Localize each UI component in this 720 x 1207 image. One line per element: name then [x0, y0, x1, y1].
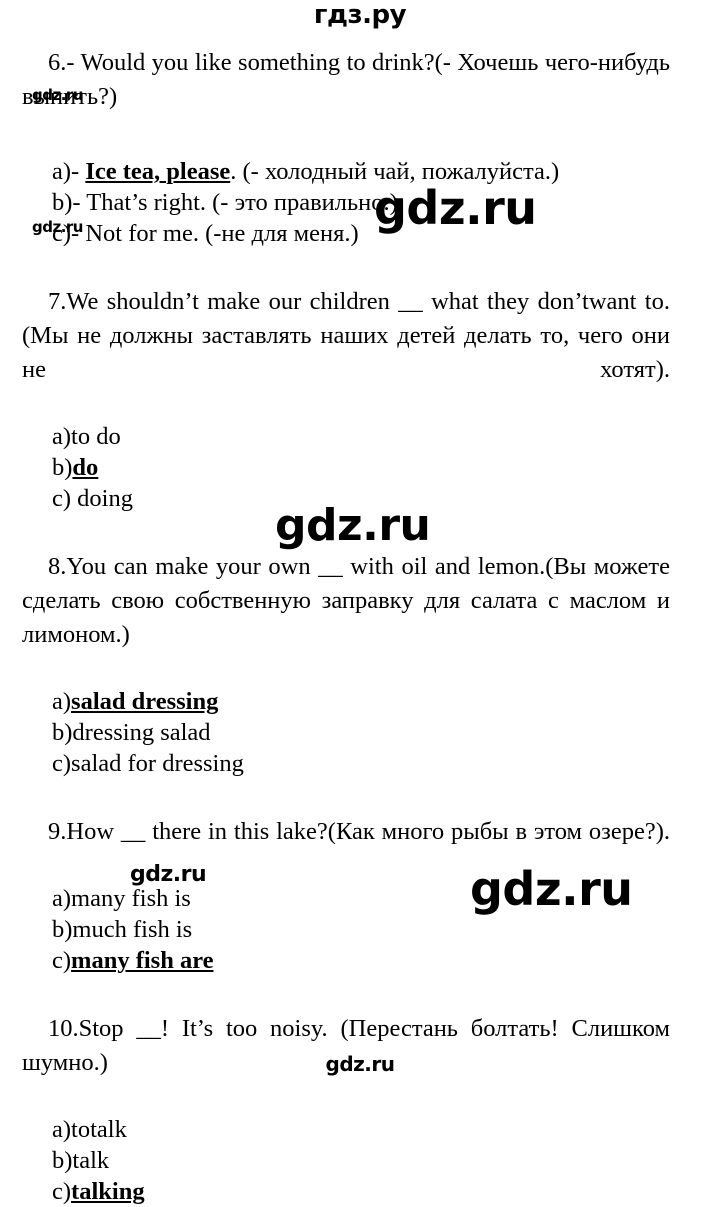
option-9-b[interactable]: b)much fish is [22, 914, 670, 945]
option-letter: b) [52, 916, 73, 943]
question-stem-8: 8.You can make your own __ with oil and … [22, 553, 670, 648]
option-answer-text: Ice tea, please [85, 158, 231, 185]
option-tail-text: to do [71, 423, 121, 450]
question-stem-7: 7.We shouldn’t make our children __ what… [22, 288, 670, 383]
option-letter: a) [52, 1116, 72, 1143]
option-8-b[interactable]: b)dressing salad [22, 717, 670, 748]
option-8-a[interactable]: a)salad dressing [22, 686, 670, 717]
option-8-c[interactable]: c)salad for dressing [22, 748, 670, 779]
option-6-a[interactable]: a)- Ice tea, please. (- холодный чай, по… [22, 156, 670, 187]
question-stem-10: 10.Stop __! It’s too noisy. (Перестань б… [22, 1015, 670, 1076]
question-stem-6: 6.- Would you like something to drink?(-… [22, 49, 670, 110]
document-page: гдз.ру gdz.ru gdz.ru gdz.ru gdz.ru gdz.r… [0, 0, 720, 1205]
option-tail-text: much fish is [72, 916, 193, 943]
option-tail-text: many fish is [71, 885, 191, 912]
option-7-b[interactable]: b)do [22, 452, 670, 483]
option-letter: a) [52, 688, 72, 715]
option-answer-text: many fish are [71, 947, 214, 974]
option-answer-text: talking [71, 1178, 145, 1205]
question-block-8: 8.You can make your own __ with oil and … [22, 550, 670, 779]
option-tail-text: talk [72, 1147, 110, 1174]
option-letter: c) [52, 485, 72, 512]
option-answer-text: salad dressing [71, 688, 219, 715]
option-letter: c) [52, 1178, 72, 1205]
option-tail-text: Not for me. (-не для меня.) [85, 220, 359, 247]
option-letter: b) [52, 454, 73, 481]
question-block-9: 9.How __ there in this lake?(Как много р… [22, 815, 670, 976]
option-letter: c)- [52, 220, 80, 247]
header-watermark: гдз.ру [313, 0, 407, 30]
question-block-6: 6.- Would you like something to drink?(-… [22, 46, 670, 249]
option-letter: b) [52, 719, 73, 746]
option-10-b[interactable]: b)talk [22, 1145, 670, 1176]
option-tail-text: dressing salad [72, 719, 211, 746]
option-tail-text: That’s right. (- это правильно.) [86, 189, 398, 216]
option-letter: a) [52, 423, 72, 450]
option-tail-text: doing [71, 485, 133, 512]
option-letter: c) [52, 750, 72, 777]
option-letter: a)- [52, 158, 80, 185]
option-7-c[interactable]: c) doing [22, 483, 670, 514]
question-stem-9: 9.How __ there in this lake?(Как много р… [48, 818, 670, 845]
option-answer-text: do [72, 454, 99, 481]
option-letter: a) [52, 885, 72, 912]
exercise-content: 6.- Would you like something to drink?(-… [22, 46, 670, 1207]
option-6-c[interactable]: c)- Not for me. (-не для меня.) [22, 218, 670, 249]
option-9-a[interactable]: a)many fish is [22, 883, 670, 914]
option-letter: b) [52, 1147, 73, 1174]
option-10-c[interactable]: c)talking [22, 1176, 670, 1207]
option-6-b[interactable]: b)- That’s right. (- это правильно.) [22, 187, 670, 218]
option-10-a[interactable]: a)totalk [22, 1114, 670, 1145]
option-letter: b)- [52, 189, 81, 216]
question-block-7: 7.We shouldn’t make our children __ what… [22, 285, 670, 514]
option-letter: c) [52, 947, 72, 974]
option-7-a[interactable]: a)to do [22, 421, 670, 452]
option-tail-text: totalk [71, 1116, 127, 1143]
option-tail-text: . (- холодный чай, пожалуйста.) [230, 158, 560, 185]
option-tail-text: salad for dressing [71, 750, 244, 777]
question-block-10: 10.Stop __! It’s too noisy. (Перестань б… [22, 1012, 670, 1207]
option-9-c[interactable]: c)many fish are [22, 945, 670, 976]
